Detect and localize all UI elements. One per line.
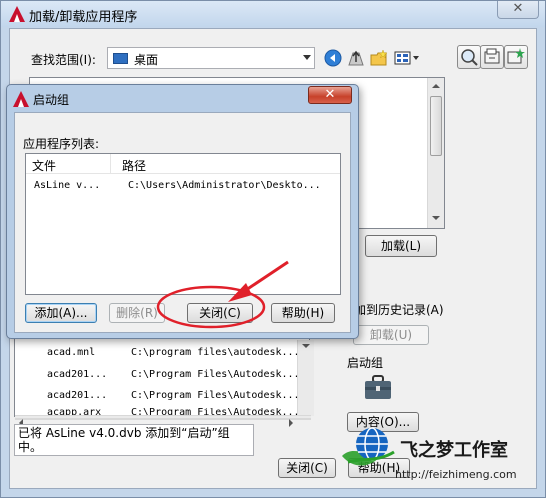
autocad-logo-icon xyxy=(13,91,29,107)
divider xyxy=(15,419,311,420)
history-scrollbar[interactable] xyxy=(297,340,314,416)
row-path: C:\Program Files\Autodesk... xyxy=(131,369,300,380)
scroll-right-icon xyxy=(289,419,293,427)
row-file: AsLine v... xyxy=(34,180,101,191)
watermark-text: 飞之梦工作室 xyxy=(400,440,508,461)
scroll-down-icon xyxy=(302,344,310,348)
application-list[interactable]: 文件 路径 AsLine v... C:\Users\Administrator… xyxy=(25,153,341,295)
autocad-logo-icon xyxy=(9,6,25,22)
table-row[interactable]: acad201... C:\Program Files\Autodesk... xyxy=(15,367,311,385)
status-message: 已将 AsLine v4.0.dvb 添加到“启动”组中。 xyxy=(14,424,254,456)
row-path: C:\program files\autodesk... xyxy=(131,347,300,358)
remove-button[interactable]: 删除(R) xyxy=(109,303,165,323)
table-row[interactable]: acad201... C:\Program Files\Autodesk... xyxy=(15,388,311,406)
main-titlebar: 加载/卸载应用程序 ✕ xyxy=(1,1,545,27)
dialog-close-button[interactable]: 关闭(C) xyxy=(187,303,253,323)
watermark-url: http://feizhimeng.com xyxy=(395,468,517,481)
dialog-title: 启动组 xyxy=(33,93,70,107)
find-button[interactable] xyxy=(457,45,481,69)
dialog-close-x-button[interactable]: ✕ xyxy=(308,86,352,104)
history-hscrollbar[interactable] xyxy=(15,416,311,418)
startup-group-label: 启动组 xyxy=(347,356,384,370)
scroll-thumb[interactable] xyxy=(430,96,442,156)
dialog-client-area: 应用程序列表: 文件 路径 AsLine v... C:\Users\Admin… xyxy=(14,112,351,333)
unload-button[interactable]: 卸载(U) xyxy=(353,325,429,345)
add-to-history-label[interactable]: 加到历史记录(A) xyxy=(354,301,444,318)
briefcase-icon xyxy=(365,375,391,399)
look-in-combo[interactable]: 桌面 xyxy=(107,47,315,69)
window-close-button[interactable]: ✕ xyxy=(497,1,539,19)
favorites-icon xyxy=(507,48,525,64)
column-separator[interactable] xyxy=(110,154,111,174)
row-file: acad201... xyxy=(47,369,108,380)
desktop-icon xyxy=(113,53,128,64)
scroll-up-icon xyxy=(432,84,440,88)
main-close-button[interactable]: 关闭(C) xyxy=(278,458,336,478)
table-row[interactable]: acad.mnl C:\program files\autodesk... xyxy=(15,345,311,363)
locate-button[interactable] xyxy=(480,45,504,69)
scroll-down-icon xyxy=(432,216,440,220)
new-folder-icon[interactable] xyxy=(370,49,388,67)
column-header-file[interactable]: 文件 xyxy=(32,157,56,174)
favorites-button[interactable] xyxy=(504,45,528,69)
globe-logo-icon xyxy=(342,427,395,466)
startup-group-dialog: 启动组 ✕ 应用程序列表: 文件 路径 AsLine v... C:\Users… xyxy=(6,84,359,339)
views-menu-icon[interactable] xyxy=(394,49,422,67)
look-in-value: 桌面 xyxy=(134,53,159,67)
column-header-path[interactable]: 路径 xyxy=(122,157,146,174)
app-list-label: 应用程序列表: xyxy=(23,137,100,151)
row-path: C:\Program Files\Autodesk... xyxy=(131,390,300,401)
dialog-help-button[interactable]: 帮助(H) xyxy=(271,303,335,323)
look-in-label: 查找范围(I): xyxy=(31,53,96,67)
load-button[interactable]: 加载(L) xyxy=(365,235,437,257)
row-path: C:\Users\Administrator\Deskto... xyxy=(128,180,321,191)
list-item[interactable]: AsLine v... C:\Users\Administrator\Deskt… xyxy=(26,178,340,196)
find-icon xyxy=(461,49,478,66)
window-title: 加载/卸载应用程序 xyxy=(29,10,138,25)
add-button[interactable]: 添加(A)... xyxy=(25,303,97,323)
up-folder-icon[interactable] xyxy=(347,49,365,67)
chevron-down-icon xyxy=(303,55,311,60)
locate-icon xyxy=(484,48,500,64)
back-arrow-icon[interactable] xyxy=(324,49,342,67)
row-file: acad.mnl xyxy=(47,347,96,358)
row-file: acad201... xyxy=(47,390,108,401)
file-list-scrollbar[interactable] xyxy=(427,78,444,228)
list-header: 文件 路径 xyxy=(26,154,340,174)
divider xyxy=(15,418,311,419)
